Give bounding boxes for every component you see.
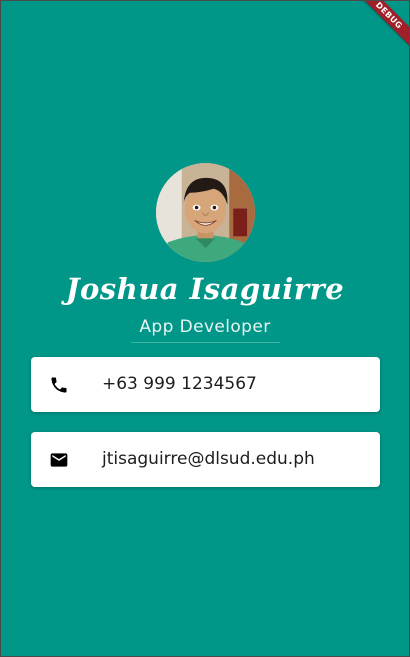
email-address: jtisaguirre@dlsud.edu.ph [102, 449, 315, 469]
divider [131, 342, 280, 343]
email-card[interactable]: jtisaguirre@dlsud.edu.ph [31, 432, 380, 487]
avatar [156, 163, 255, 262]
phone-icon [49, 375, 69, 395]
phone-number: +63 999 1234567 [102, 374, 257, 394]
profile-name: Joshua Isaguirre [65, 272, 345, 306]
profile-title: App Developer [139, 317, 271, 337]
app-screen: DEBUG Joshua Isaguirre App Developer +63… [0, 0, 410, 657]
email-icon [49, 450, 69, 470]
phone-card[interactable]: +63 999 1234567 [31, 357, 380, 412]
debug-banner: DEBUG [349, 1, 409, 56]
